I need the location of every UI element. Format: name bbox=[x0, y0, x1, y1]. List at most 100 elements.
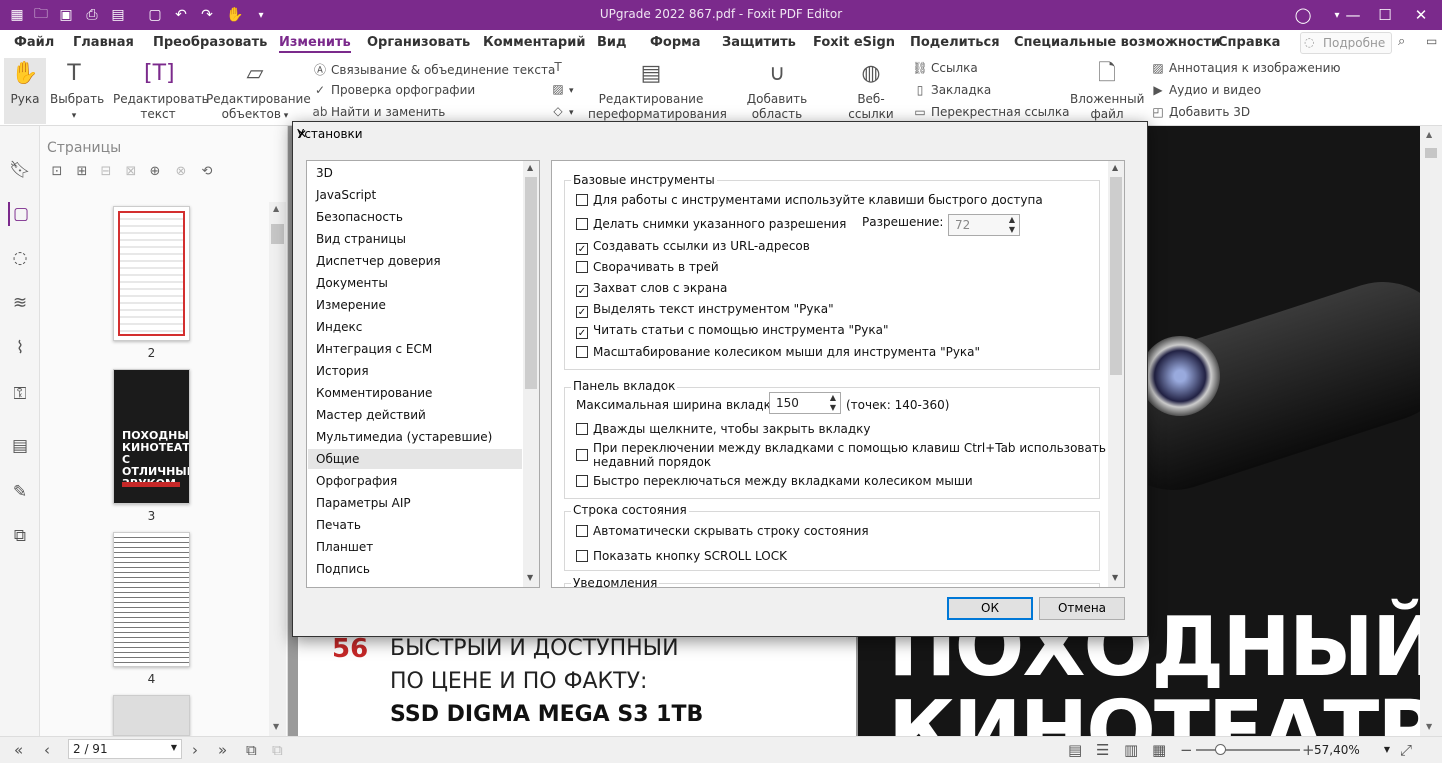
link-button[interactable]: ⛓ Ссылка bbox=[912, 61, 977, 75]
add-page-icon[interactable]: ⊕ bbox=[146, 164, 164, 182]
pages-scrollbar[interactable]: ▲ ▼ bbox=[269, 202, 286, 736]
scroll-down-icon[interactable]: ▼ bbox=[1426, 722, 1432, 731]
ok-button[interactable]: ОК bbox=[947, 597, 1033, 620]
scroll-up-icon[interactable]: ▲ bbox=[273, 204, 279, 213]
category-item[interactable]: Измерение bbox=[316, 298, 386, 312]
hand-tool-button[interactable]: ✋ Рука bbox=[6, 60, 44, 107]
page-thumbnail[interactable] bbox=[113, 532, 190, 667]
previous-page-icon[interactable]: ‹ bbox=[44, 741, 50, 759]
page-thumbnail[interactable] bbox=[113, 206, 190, 341]
wheel-switch-tabs-checkbox[interactable]: Быстро переключаться между вкладками кол… bbox=[576, 474, 973, 488]
category-item[interactable]: Документы bbox=[316, 276, 388, 290]
scroll-up-icon[interactable]: ▲ bbox=[1426, 130, 1432, 139]
menu-file[interactable]: Файл bbox=[14, 35, 54, 50]
next-view-icon[interactable]: ⧉ bbox=[272, 741, 283, 759]
menu-home[interactable]: Главная bbox=[73, 35, 134, 50]
audio-video-button[interactable]: ▶ Аудио и видео bbox=[1150, 83, 1261, 97]
rotate-page-icon[interactable]: ⟲ bbox=[198, 164, 216, 182]
dialog-close-button[interactable]: ✕ bbox=[297, 127, 1141, 141]
category-item[interactable]: Вид страницы bbox=[316, 232, 406, 246]
layers-panel-icon[interactable]: ≋ bbox=[8, 291, 32, 315]
scroll-up-icon[interactable]: ▲ bbox=[527, 163, 533, 172]
scroll-lock-checkbox[interactable]: Показать кнопку SCROLL LOCK bbox=[576, 549, 787, 563]
remove-page-icon[interactable]: ⊗ bbox=[172, 164, 190, 182]
menu-help[interactable]: Справка bbox=[1218, 35, 1280, 50]
scroll-down-icon[interactable]: ▼ bbox=[1112, 573, 1118, 582]
category-item-selected[interactable]: Общие bbox=[308, 449, 522, 469]
find-replace-button[interactable]: ab Найти и заменить bbox=[312, 105, 446, 119]
fullscreen-icon[interactable]: ⤢ bbox=[1400, 741, 1412, 759]
menu-edit[interactable]: Изменить bbox=[279, 35, 351, 53]
autohide-statusbar-checkbox[interactable]: Автоматически скрывать строку состояния bbox=[576, 524, 869, 538]
minimize-button[interactable]: — bbox=[1338, 4, 1368, 26]
security-panel-icon[interactable]: ⚿ bbox=[8, 382, 32, 406]
options-scroll-thumb[interactable] bbox=[1110, 177, 1122, 375]
add-3d-button[interactable]: ◰ Добавить 3D bbox=[1150, 105, 1250, 119]
comments-panel-icon[interactable]: ◌ bbox=[8, 246, 32, 270]
add-image-button[interactable]: ▨ ▾ bbox=[550, 82, 573, 96]
signature-panel-icon[interactable]: ✎ bbox=[8, 480, 32, 504]
category-item[interactable]: Индекс bbox=[316, 320, 362, 334]
pages-panel-icon[interactable]: ▢ bbox=[8, 202, 32, 226]
category-item[interactable]: 3D bbox=[316, 166, 333, 180]
menu-accessibility[interactable]: Специальные возможности bbox=[1014, 35, 1220, 50]
attachments-panel-icon[interactable]: ⌇ bbox=[8, 336, 32, 360]
max-tab-width-field[interactable]: 150 ▲ ▼ bbox=[769, 392, 841, 414]
double-click-close-checkbox[interactable]: Дважды щелкните, чтобы закрыть вкладку bbox=[576, 422, 871, 436]
menu-esign[interactable]: Foxit eSign bbox=[813, 35, 895, 50]
menu-protect[interactable]: Защитить bbox=[722, 35, 796, 50]
scroll-down-icon[interactable]: ▼ bbox=[273, 722, 279, 731]
category-scrollbar[interactable]: ▲ ▼ bbox=[523, 161, 539, 587]
category-scroll-thumb[interactable] bbox=[525, 177, 537, 389]
category-item[interactable]: Безопасность bbox=[316, 210, 403, 224]
link-join-text-button[interactable]: Ⓐ Связывание & объединение текста bbox=[312, 61, 555, 78]
close-window-button[interactable]: ✕ bbox=[1406, 4, 1436, 26]
page-options-icon[interactable]: ⊡ bbox=[48, 164, 66, 182]
previous-view-icon[interactable]: ⧉ bbox=[246, 741, 257, 759]
menu-convert[interactable]: Преобразовать bbox=[153, 35, 267, 50]
edit-objects-button[interactable]: ▱ Редактирование объектов ▾ bbox=[206, 60, 311, 124]
ribbon-collapse-icon[interactable]: ▭ bbox=[1426, 34, 1437, 48]
page-thumbnail[interactable] bbox=[113, 695, 190, 736]
page-number-field[interactable]: 2 / 91 ▼ bbox=[68, 739, 182, 759]
scroll-down-icon[interactable]: ▼ bbox=[527, 573, 533, 582]
insert-page-icon[interactable]: ⊞ bbox=[73, 164, 91, 182]
options-scrollbar[interactable]: ▲ ▼ bbox=[1108, 161, 1124, 587]
extract-page-icon[interactable]: ⊠ bbox=[122, 164, 140, 182]
spellcheck-button[interactable]: ✓ Проверка орфографии bbox=[312, 83, 475, 97]
menu-organize[interactable]: Организовать bbox=[367, 35, 470, 50]
ctrl-tab-order-checkbox[interactable]: При переключении между вкладками с помощ… bbox=[576, 441, 1106, 469]
menu-comment[interactable]: Комментарий bbox=[483, 35, 585, 50]
content-panel-icon[interactable]: ▤ bbox=[8, 434, 32, 458]
continuous-page-icon[interactable]: ☰ bbox=[1096, 741, 1109, 759]
category-item[interactable]: История bbox=[316, 364, 369, 378]
category-item[interactable]: Орфография bbox=[316, 474, 397, 488]
cancel-button[interactable]: Отмена bbox=[1039, 597, 1125, 620]
hand-select-text-checkbox[interactable]: ✓ Выделять текст инструментом "Рука" bbox=[576, 302, 834, 318]
category-item[interactable]: Подпись bbox=[316, 562, 370, 576]
crossref-button[interactable]: ▭ Перекрестная ссылка bbox=[912, 105, 1069, 119]
zoom-in-icon[interactable]: + bbox=[1302, 741, 1315, 759]
category-item[interactable]: Мультимедиа (устаревшие) bbox=[316, 430, 492, 444]
select-tool-button[interactable]: T Выбрать ▾ bbox=[50, 60, 104, 124]
facing-page-icon[interactable]: ▥ bbox=[1124, 741, 1138, 759]
document-scrollbar[interactable]: ▲ ▼ bbox=[1420, 126, 1442, 736]
delete-page-icon[interactable]: ⊟ bbox=[97, 164, 115, 182]
category-item[interactable]: Интеграция с ECM bbox=[316, 342, 432, 356]
page-thumbnail[interactable]: ПОХОДНЫЙКИНОТЕАТРС ОТЛИЧНЫМЗВУКОМ bbox=[113, 369, 190, 504]
scroll-up-icon[interactable]: ▲ bbox=[1112, 163, 1118, 172]
last-page-icon[interactable]: » bbox=[218, 741, 227, 759]
menu-share[interactable]: Поделиться bbox=[910, 35, 1000, 50]
hand-wheel-zoom-checkbox[interactable]: Масштабирование колесиком мыши для инстр… bbox=[576, 345, 980, 359]
reflow-edit-button[interactable]: ▤ Редактирование переформатирования bbox=[588, 60, 727, 122]
spin-arrows-icon[interactable]: ▲ ▼ bbox=[826, 393, 840, 413]
next-page-icon[interactable]: › bbox=[192, 741, 198, 759]
add-text-button[interactable]: T bbox=[550, 60, 569, 74]
attachment-button[interactable]: 🗋 Вложенный файл bbox=[1070, 60, 1144, 122]
destinations-panel-icon[interactable]: ⧉ bbox=[8, 524, 32, 548]
shortcut-keys-checkbox[interactable]: Для работы с инструментами используйте к… bbox=[576, 193, 1043, 207]
document-scroll-thumb[interactable] bbox=[1425, 148, 1437, 158]
bookmark-button[interactable]: ▯ Закладка bbox=[912, 83, 992, 97]
menu-view[interactable]: Вид bbox=[597, 35, 627, 50]
menu-form[interactable]: Форма bbox=[650, 35, 701, 50]
